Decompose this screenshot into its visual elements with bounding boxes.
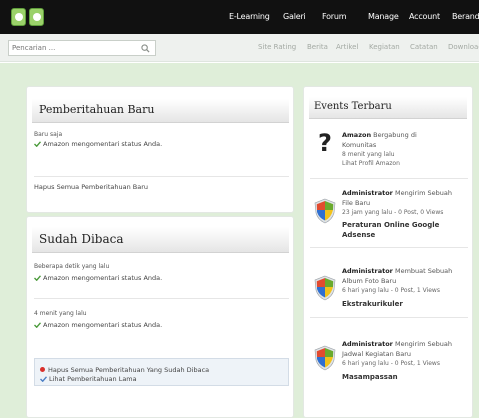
check-icon	[40, 376, 47, 382]
logo-tile-right	[29, 8, 44, 26]
event-actor[interactable]: Administrator	[342, 340, 393, 348]
site-logo[interactable]	[11, 8, 45, 28]
event-actor[interactable]: Administrator	[342, 267, 393, 275]
notification-text: Amazon mengomentari status Anda.	[43, 321, 163, 329]
nav-beranda[interactable]: Beranda	[452, 12, 479, 21]
check-icon	[34, 141, 41, 147]
event-line: Administrator Membuat Sebuah	[342, 267, 453, 275]
shield-icon	[314, 198, 336, 224]
subnav-kegiatan[interactable]: Kegiatan	[369, 43, 400, 51]
notification-item[interactable]: Amazon mengomentari status Anda.	[34, 274, 162, 282]
divider	[34, 298, 289, 299]
logo-tile-left	[11, 8, 26, 26]
notification-time: 4 menit yang lalu	[34, 310, 87, 317]
event-meta: 23 jam yang lalu - 0 Post, 0 Views	[342, 209, 444, 216]
divider	[34, 176, 289, 177]
notification-time: Baru saja	[34, 131, 63, 138]
event-action: Jadwal Kegiatan Baru	[342, 350, 412, 358]
event-actor[interactable]: Administrator	[342, 189, 393, 197]
new-notifications-panel: Pemberitahuan Baru Baru saja Amazon meng…	[26, 86, 294, 213]
events-panel: Events Terbaru ? Amazon Bergabung di Kom…	[303, 86, 473, 418]
shield-icon	[314, 345, 336, 371]
subnav-artikel[interactable]: Artikel	[336, 43, 358, 51]
event-profile-link[interactable]: Lihat Profil Amazon	[342, 160, 400, 167]
search-strip	[0, 34, 479, 62]
new-notifications-title: Pemberitahuan Baru	[39, 103, 155, 116]
subnav-berita[interactable]: Berita	[307, 43, 328, 51]
notification-text: Amazon mengomentari status Anda.	[43, 140, 163, 148]
nav-account[interactable]: Account	[409, 12, 440, 21]
nav-e-learning[interactable]: E-Learning	[229, 12, 270, 21]
divider	[310, 247, 468, 248]
event-meta: 6 hari yang lalu - 0 Post, 1 Views	[342, 287, 440, 294]
event-action: Album Foto Baru	[342, 277, 397, 285]
nav-manage[interactable]: Manage	[368, 12, 399, 21]
event-action: Komunitas	[342, 141, 377, 149]
divider	[310, 317, 468, 318]
event-line: Administrator Mengirim Sebuah	[342, 189, 452, 197]
search-icon[interactable]	[141, 44, 150, 53]
event-meta: 8 menit yang lalu	[342, 151, 395, 158]
subnav-catatan[interactable]: Catatan	[410, 43, 438, 51]
divider	[310, 178, 468, 179]
search-input[interactable]	[12, 42, 132, 54]
delete-read-notifications-link[interactable]: Hapus Semua Pemberitahuan Yang Sudah Dib…	[40, 366, 209, 374]
event-title[interactable]: Ekstrakurikuler	[342, 300, 403, 308]
content-area: Pemberitahuan Baru Baru saja Amazon meng…	[0, 63, 479, 418]
question-mark-icon: ?	[318, 129, 332, 157]
notification-time: Beberapa detik yang lalu	[34, 263, 110, 270]
event-title[interactable]: Masampassan	[342, 373, 398, 381]
notification-item[interactable]: Amazon mengomentari status Anda.	[34, 321, 162, 329]
clear-new-notifications-link[interactable]: Hapus Semua Pemberitahuan Baru	[34, 183, 148, 191]
event-line: Amazon Bergabung di	[342, 131, 417, 139]
read-notifications-title: Sudah Dibaca	[39, 232, 124, 246]
check-icon	[34, 275, 41, 281]
notification-item[interactable]: Amazon mengomentari status Anda.	[34, 140, 162, 148]
nav-forum[interactable]: Forum	[322, 12, 347, 21]
read-notifications-panel: Sudah Dibaca Beberapa detik yang lalu Am…	[26, 216, 294, 418]
event-action: File Baru	[342, 199, 371, 207]
events-title: Events Terbaru	[314, 101, 392, 112]
top-navbar: E-Learning Galeri Forum Manage Account B…	[0, 0, 479, 34]
event-title[interactable]: Peraturan Online Google	[342, 221, 439, 229]
event-actor[interactable]: Amazon	[342, 131, 371, 139]
event-meta: 6 hari yang lalu - 0 Post, 1 Views	[342, 360, 440, 367]
delete-icon	[40, 367, 45, 372]
old-notifications-link[interactable]: Lihat Pemberitahuan Lama	[40, 375, 137, 383]
notification-text: Amazon mengomentari status Anda.	[43, 274, 163, 282]
event-title-continued[interactable]: Adsense	[342, 231, 375, 239]
event-line: Administrator Mengirim Sebuah	[342, 340, 452, 348]
search-box	[8, 40, 156, 56]
shield-icon	[314, 275, 336, 301]
nav-galeri[interactable]: Galeri	[283, 12, 306, 21]
check-icon	[34, 322, 41, 328]
subnav-site-rating[interactable]: Site Rating	[258, 43, 296, 51]
subnav-download[interactable]: Download	[448, 43, 479, 51]
